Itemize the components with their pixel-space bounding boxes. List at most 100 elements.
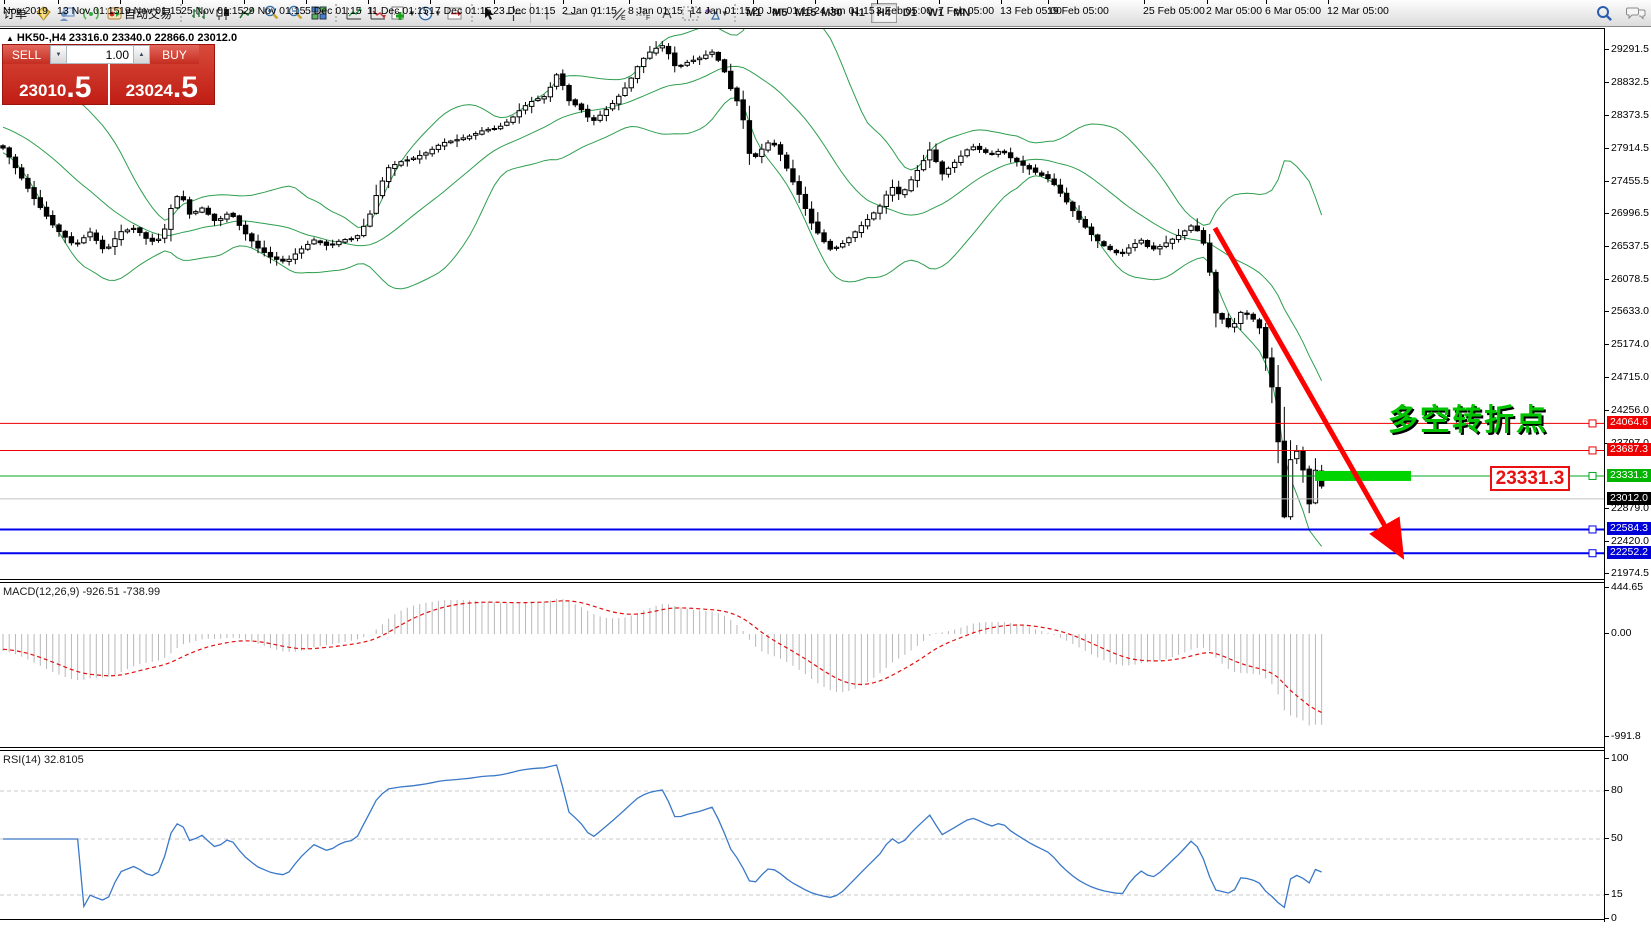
rsi-tickmark: [1605, 918, 1609, 919]
price-tick-label: 24715.0: [1611, 371, 1649, 383]
price-tickmark: [1605, 82, 1609, 83]
time-tick-label: 6 Mar 05:00: [1265, 5, 1321, 17]
time-tickmark: [753, 0, 754, 4]
price-tickmark: [1605, 279, 1609, 280]
time-tickmark: [629, 0, 630, 4]
turning-point-annotation[interactable]: 多空转折点: [1388, 395, 1548, 439]
sell-price[interactable]: 23010.5: [3, 64, 110, 105]
mt4-window: 订单 自动交易: [0, 0, 1651, 946]
volume-increase-button[interactable]: ▲: [133, 45, 150, 64]
time-tickmark: [563, 0, 564, 4]
symbol-ohlc-text: HK50-,H4 23316.0 23340.0 22866.0 23012.0: [17, 32, 237, 44]
price-tickmark: [1605, 377, 1609, 378]
price-tickmark: [1605, 573, 1609, 574]
time-tick-label: 11 Dec 01:15: [367, 5, 429, 17]
time-tick-label: 2 Jan 01:15: [562, 5, 617, 17]
macd-tickmark: [1605, 587, 1609, 588]
main-chart-panel[interactable]: ▲HK50-,H4 23316.0 23340.0 22866.0 23012.…: [0, 28, 1604, 580]
time-tickmark: [939, 0, 940, 4]
buy-price[interactable]: 23024.5: [110, 64, 215, 105]
rsi-axis-label: 80: [1611, 784, 1623, 796]
price-badge: 23687.3: [1607, 443, 1651, 456]
time-tickmark: [1207, 0, 1208, 4]
svg-text:E: E: [621, 15, 626, 21]
price-tickmark: [1605, 246, 1609, 247]
time-tickmark: [1144, 0, 1145, 4]
rsi-label: RSI(14) 32.8105: [3, 754, 84, 766]
time-tickmark: [430, 0, 431, 4]
time-tickmark: [120, 0, 121, 4]
symbol-header: ▲HK50-,H4 23316.0 23340.0 22866.0 23012.…: [6, 32, 237, 44]
time-tickmark: [4, 0, 5, 4]
one-click-trading-panel: SELL ▼ ▲ BUY 23010.5 23024.5: [2, 44, 215, 105]
price-badge: 22252.2: [1607, 546, 1651, 559]
macd-label: MACD(12,26,9) -926.51 -738.99: [3, 586, 160, 598]
buy-button[interactable]: BUY: [150, 45, 199, 64]
price-tickmark: [1605, 148, 1609, 149]
time-tick-label: 2 Mar 05:00: [1206, 5, 1262, 17]
price-tick-label: 27455.5: [1611, 175, 1649, 187]
macd-panel[interactable]: MACD(12,26,9) -926.51 -738.99: [0, 582, 1604, 748]
chat-icon[interactable]: [1624, 2, 1648, 24]
time-tickmark: [494, 0, 495, 4]
time-tick-label: 25 Feb 05:00: [1143, 5, 1205, 17]
rsi-canvas[interactable]: [0, 751, 1604, 919]
volume-input[interactable]: [67, 45, 133, 64]
rsi-axis-label: 50: [1611, 832, 1623, 844]
macd-axis-label: -991.8: [1611, 730, 1641, 742]
time-tick-label: 29 Nov 01:15: [243, 5, 305, 17]
time-tickmark: [1328, 0, 1329, 4]
time-tick-label: 14 Jan 01:15: [690, 5, 751, 17]
price-callout-box[interactable]: 23331.3: [1490, 466, 1570, 491]
price-badge: 24064.6: [1607, 416, 1651, 429]
price-tick-label: 26996.5: [1611, 207, 1649, 219]
macd-tickmark: [1605, 633, 1609, 634]
price-tickmark: [1605, 344, 1609, 345]
rsi-tickmark: [1605, 790, 1609, 791]
rsi-tickmark: [1605, 838, 1609, 839]
time-tick-label: Nov 2019: [3, 5, 48, 17]
time-tickmark: [1266, 0, 1267, 4]
time-tick-label: 24 Jan 01:15: [814, 5, 875, 17]
price-tick-label: 25174.0: [1611, 338, 1649, 350]
time-tick-label: 20 Jan 01:15: [752, 5, 813, 17]
time-tick-label: 7 Feb 05:00: [938, 5, 994, 17]
candlestick-chart-canvas[interactable]: [0, 29, 1604, 579]
price-tick-label: 28373.5: [1611, 109, 1649, 121]
macd-axis-label: 0.00: [1611, 627, 1631, 639]
time-tickmark: [182, 0, 183, 4]
volume-decrease-button[interactable]: ▼: [50, 45, 67, 64]
price-badge: 23012.0: [1607, 492, 1651, 505]
rsi-tickmark: [1605, 894, 1609, 895]
price-tickmark: [1605, 541, 1609, 542]
price-badge: 23331.3: [1607, 469, 1651, 482]
time-tick-label: 5 Dec 01:15: [305, 5, 362, 17]
time-tickmark: [1001, 0, 1002, 4]
price-tick-label: 26078.5: [1611, 273, 1649, 285]
price-axis[interactable]: 24064.623687.323331.323012.022584.322252…: [1604, 28, 1651, 922]
time-tick-label: 19 Nov 01:15: [119, 5, 181, 17]
price-tickmark: [1605, 410, 1609, 411]
time-tick-label: 12 Mar 05:00: [1327, 5, 1389, 17]
price-tick-label: 25633.0: [1611, 305, 1649, 317]
symbol-arrow-icon: ▲: [6, 34, 14, 43]
price-tick-label: 21974.5: [1611, 567, 1649, 579]
time-tickmark: [877, 0, 878, 4]
candlestick-series: [1, 41, 1324, 520]
time-tickmark: [368, 0, 369, 4]
price-tick-label: 26537.5: [1611, 240, 1649, 252]
time-tick-label: 25 Nov 01:15: [181, 5, 243, 17]
time-tick-label: 19 Feb 05:00: [1047, 5, 1109, 17]
time-tickmark: [815, 0, 816, 4]
search-icon[interactable]: [1592, 2, 1616, 24]
time-tick-label: 17 Dec 01:15: [429, 5, 491, 17]
sell-button[interactable]: SELL: [3, 45, 50, 64]
time-tickmark: [244, 0, 245, 4]
time-tick-label: 13 Nov 01:15: [57, 5, 119, 17]
price-tick-label: 24256.0: [1611, 404, 1649, 416]
price-tickmark: [1605, 49, 1609, 50]
time-tickmark: [58, 0, 59, 4]
price-tickmark: [1605, 115, 1609, 116]
rsi-panel[interactable]: RSI(14) 32.8105: [0, 750, 1604, 920]
macd-canvas[interactable]: [0, 583, 1604, 747]
